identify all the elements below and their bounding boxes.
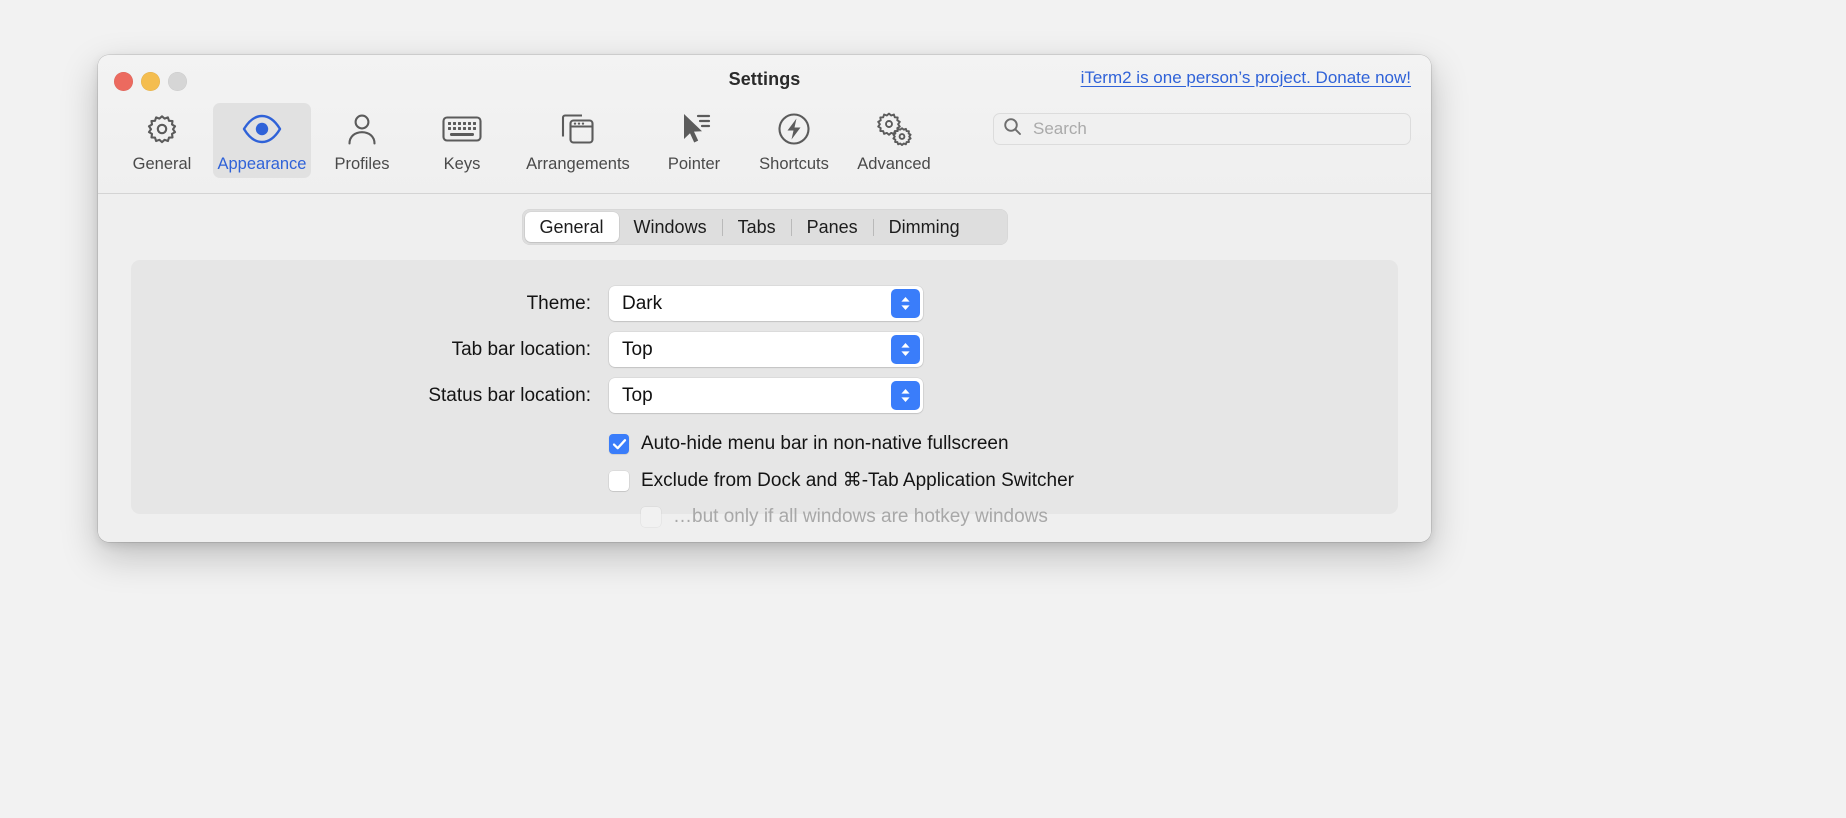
gear-icon bbox=[143, 109, 181, 149]
chevron-updown-icon bbox=[891, 335, 920, 364]
toolbar-item-keys[interactable]: Keys bbox=[413, 103, 511, 178]
form-row-tab-bar-location: Tab bar location: Top bbox=[131, 332, 1398, 367]
toolbar-item-label: Profiles bbox=[334, 155, 390, 173]
status-bar-location-select[interactable]: Top bbox=[609, 378, 923, 413]
tab-general[interactable]: General bbox=[524, 212, 619, 242]
status-bar-location-value: Top bbox=[622, 384, 653, 406]
keyboard-icon bbox=[441, 109, 483, 149]
windows-icon bbox=[558, 109, 598, 149]
bolt-circle-icon bbox=[775, 109, 813, 149]
checkbox-label: Exclude from Dock and ⌘-Tab Application … bbox=[641, 470, 1074, 491]
form-row-status-bar-location: Status bar location: Top bbox=[131, 378, 1398, 413]
tab-bar-location-select[interactable]: Top bbox=[609, 332, 923, 367]
person-icon bbox=[345, 109, 379, 149]
checkbox-label: Auto-hide menu bar in non-native fullscr… bbox=[641, 433, 1009, 454]
donate-link[interactable]: iTerm2 is one person’s project. Donate n… bbox=[1081, 68, 1411, 88]
search-input[interactable] bbox=[1031, 118, 1401, 140]
toolbar-item-label: Advanced bbox=[857, 155, 931, 173]
tab-windows[interactable]: Windows bbox=[619, 212, 722, 242]
tab-panes[interactable]: Panes bbox=[792, 212, 873, 242]
toolbar: General Appearance Profiles Keys Arrange… bbox=[113, 103, 943, 178]
settings-panel: Theme: Dark Tab bar location: Top Status… bbox=[131, 260, 1398, 527]
toolbar-item-label: General bbox=[132, 155, 192, 173]
toolbar-item-label: Shortcuts bbox=[759, 155, 829, 173]
toolbar-item-profiles[interactable]: Profiles bbox=[313, 103, 411, 178]
toolbar-item-label: Appearance bbox=[217, 155, 307, 173]
theme-value: Dark bbox=[622, 292, 663, 314]
checkbox-unchecked-icon[interactable] bbox=[609, 470, 629, 491]
cursor-icon bbox=[676, 109, 712, 149]
toolbar-item-shortcuts[interactable]: Shortcuts bbox=[745, 103, 843, 178]
appearance-form: Theme: Dark Tab bar location: Top Status… bbox=[131, 260, 1398, 528]
chevron-updown-icon bbox=[891, 381, 920, 410]
status-bar-location-label: Status bar location: bbox=[428, 384, 591, 406]
toolbar-item-arrangements[interactable]: Arrangements bbox=[513, 103, 643, 178]
window-titlebar: Settings iTerm2 is one person’s project.… bbox=[98, 55, 1431, 194]
form-row-theme: Theme: Dark bbox=[131, 286, 1398, 321]
search-icon bbox=[1003, 117, 1022, 141]
search-field[interactable] bbox=[993, 113, 1411, 145]
chevron-updown-icon bbox=[891, 289, 920, 318]
toolbar-item-label: Keys bbox=[443, 155, 481, 173]
eye-icon bbox=[241, 109, 283, 149]
toolbar-item-appearance[interactable]: Appearance bbox=[213, 103, 311, 178]
toolbar-item-advanced[interactable]: Advanced bbox=[845, 103, 943, 178]
checkbox-row-exclude-from-dock[interactable]: Exclude from Dock and ⌘-Tab Application … bbox=[131, 469, 1398, 492]
tab-dimming[interactable]: Dimming bbox=[874, 212, 975, 242]
tab-bar-location-value: Top bbox=[622, 338, 653, 360]
theme-label: Theme: bbox=[526, 292, 591, 314]
checkbox-checked-icon[interactable] bbox=[609, 434, 629, 454]
tab-bar-location-label: Tab bar location: bbox=[451, 338, 591, 360]
checkbox-row-only-hotkey-windows: …but only if all windows are hotkey wind… bbox=[131, 506, 1398, 528]
segmented-tab-control: General Windows Tabs Panes Dimming bbox=[521, 209, 1008, 245]
settings-window: Settings iTerm2 is one person’s project.… bbox=[98, 55, 1431, 542]
toolbar-item-label: Arrangements bbox=[526, 155, 630, 173]
double-gear-icon bbox=[873, 109, 915, 149]
checkbox-row-auto-hide-menu-bar[interactable]: Auto-hide menu bar in non-native fullscr… bbox=[131, 433, 1398, 455]
theme-select[interactable]: Dark bbox=[609, 286, 923, 321]
checkbox-label: …but only if all windows are hotkey wind… bbox=[673, 506, 1048, 527]
settings-content: General Windows Tabs Panes Dimming Theme… bbox=[98, 194, 1431, 542]
checkbox-unchecked-icon bbox=[641, 507, 661, 527]
toolbar-item-label: Pointer bbox=[667, 155, 721, 173]
toolbar-item-general[interactable]: General bbox=[113, 103, 211, 178]
toolbar-item-pointer[interactable]: Pointer bbox=[645, 103, 743, 178]
tab-tabs[interactable]: Tabs bbox=[723, 212, 791, 242]
